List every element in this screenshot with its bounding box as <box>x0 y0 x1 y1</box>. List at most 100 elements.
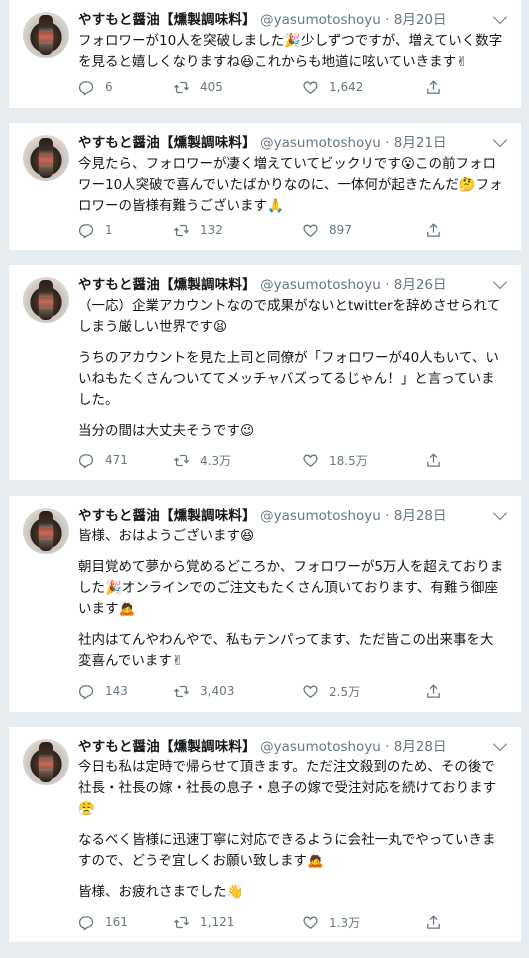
share-icon <box>427 914 440 929</box>
retweet-count: 132 <box>200 223 223 237</box>
display-name[interactable]: やすもと醤油【燻製調味料】 <box>78 12 256 28</box>
share-icon <box>427 452 440 467</box>
retweet-count: 1,121 <box>200 915 235 929</box>
share-button[interactable] <box>425 912 442 932</box>
retweet-icon <box>173 224 190 236</box>
reply-icon <box>78 684 94 700</box>
separator: · <box>380 739 394 755</box>
reply-count: 1 <box>105 223 113 237</box>
like-button[interactable]: 1,642 <box>302 77 363 97</box>
retweet-button[interactable]: 4.3万 <box>173 450 231 470</box>
reply-button[interactable]: 471 <box>78 450 128 470</box>
like-count: 1.3万 <box>329 915 361 930</box>
tweet[interactable]: やすもと醤油【燻製調味料】 @yasumotoshoyu · 8月26日 （一応… <box>9 265 521 480</box>
retweet-button[interactable]: 1,121 <box>173 912 234 932</box>
like-button[interactable]: 2.5万 <box>302 681 360 701</box>
handle[interactable]: @yasumotoshoyu <box>260 508 381 524</box>
chevron-down-icon[interactable] <box>492 274 508 290</box>
reply-button[interactable]: 1 <box>78 220 113 240</box>
tweet-paragraph: うちのアカウントを見た上司と同僚が「フォロワーが40人もいて、いいねもたくさんつ… <box>78 350 499 408</box>
separator: · <box>380 135 394 151</box>
retweet-button[interactable]: 132 <box>173 220 223 240</box>
tweet-header: やすもと醤油【燻製調味料】 @yasumotoshoyu · 8月28日 <box>78 735 481 757</box>
chevron-down-icon[interactable] <box>492 505 508 521</box>
retweet-count: 405 <box>200 80 223 94</box>
chevron-down-icon[interactable] <box>492 132 508 148</box>
tweet-paragraph: 今日も私は定時で帰らせて頂きます。ただ注文殺到のため、その後で社長・社長の嫁・社… <box>78 759 497 817</box>
reply-icon <box>78 453 94 469</box>
like-icon <box>303 454 318 467</box>
chevron-down-icon[interactable] <box>492 736 508 752</box>
display-name[interactable]: やすもと醤油【燻製調味料】 <box>78 508 256 524</box>
tweet-date[interactable]: 8月28日 <box>394 508 447 524</box>
share-icon <box>427 79 440 94</box>
reply-icon <box>78 915 94 931</box>
tweet-header: やすもと醤油【燻製調味料】 @yasumotoshoyu · 8月20日 <box>78 8 481 30</box>
tweet[interactable]: やすもと醤油【燻製調味料】 @yasumotoshoyu · 8月20日 フォロ… <box>9 0 521 108</box>
handle[interactable]: @yasumotoshoyu <box>260 277 381 293</box>
avatar[interactable] <box>23 508 69 554</box>
reply-button[interactable]: 6 <box>78 77 113 97</box>
tweet-date[interactable]: 8月28日 <box>394 739 447 755</box>
tweet-text: 皆様、おはようございます😆 朝目覚めて夢から覚めるどころか、フォロワーが5万人を… <box>78 526 507 672</box>
tweet-header: やすもと醤油【燻製調味料】 @yasumotoshoyu · 8月21日 <box>78 131 481 153</box>
timeline: やすもと醤油【燻製調味料】 @yasumotoshoyu · 8月20日 フォロ… <box>0 0 529 958</box>
reply-count: 161 <box>105 915 128 929</box>
tweet-paragraph: （一応）企業アカウントなので成果がないとtwitterを辞めさせられてしまう厳し… <box>78 298 501 335</box>
display-name[interactable]: やすもと醤油【燻製調味料】 <box>78 135 256 151</box>
avatar[interactable] <box>23 739 69 785</box>
tweet-paragraph: フォロワーが10人を突破しました🎉少しずつですが、増えていく数字を見ると嬉しくな… <box>78 33 503 70</box>
tweet-date[interactable]: 8月21日 <box>394 135 447 151</box>
like-count: 2.5万 <box>329 684 361 699</box>
handle[interactable]: @yasumotoshoyu <box>260 135 381 151</box>
retweet-icon <box>173 81 190 93</box>
retweet-button[interactable]: 405 <box>173 77 223 97</box>
like-count: 897 <box>329 223 352 237</box>
tweet-paragraph: 当分の間は大丈夫そうです😉 <box>78 423 255 439</box>
like-icon <box>303 81 318 94</box>
share-button[interactable] <box>425 681 442 701</box>
display-name[interactable]: やすもと醤油【燻製調味料】 <box>78 277 256 293</box>
share-button[interactable] <box>425 220 442 240</box>
tweet-header: やすもと醤油【燻製調味料】 @yasumotoshoyu · 8月28日 <box>78 504 481 526</box>
avatar[interactable] <box>23 12 69 58</box>
separator: · <box>380 12 394 28</box>
tweet-text: 今見たら、フォロワーが凄く増えていてビックリです😮この前フォロワー10人突破で喜… <box>78 154 507 217</box>
like-button[interactable]: 897 <box>302 220 352 240</box>
share-button[interactable] <box>425 450 442 470</box>
tweet[interactable]: やすもと醤油【燻製調味料】 @yasumotoshoyu · 8月28日 皆様、… <box>9 496 521 712</box>
tweet-actions: 6 405 1,642 <box>78 77 511 97</box>
reply-button[interactable]: 161 <box>78 912 128 932</box>
retweet-icon <box>173 685 190 697</box>
handle[interactable]: @yasumotoshoyu <box>260 12 381 28</box>
share-button[interactable] <box>425 77 442 97</box>
like-button[interactable]: 1.3万 <box>302 912 360 932</box>
handle[interactable]: @yasumotoshoyu <box>260 739 381 755</box>
reply-icon <box>78 223 94 239</box>
tweet-date[interactable]: 8月26日 <box>394 277 447 293</box>
tweet-header: やすもと醤油【燻製調味料】 @yasumotoshoyu · 8月26日 <box>78 273 481 295</box>
tweet-paragraph: 社内はてんやわんやで、私もテンパってます、ただ皆この出来事を大変喜んでいます✌ <box>78 632 494 669</box>
share-icon <box>427 222 440 237</box>
avatar[interactable] <box>23 135 69 181</box>
tweet-paragraph: 皆様、おはようございます😆 <box>78 528 255 544</box>
like-button[interactable]: 18.5万 <box>302 450 368 470</box>
separator: · <box>380 508 394 524</box>
display-name[interactable]: やすもと醤油【燻製調味料】 <box>78 739 256 755</box>
retweet-button[interactable]: 3,403 <box>173 681 234 701</box>
tweet-text: 今日も私は定時で帰らせて頂きます。ただ注文殺到のため、その後で社長・社長の嫁・社… <box>78 757 507 903</box>
retweet-count: 3,403 <box>200 684 235 698</box>
chevron-down-icon[interactable] <box>492 9 508 25</box>
separator: · <box>380 277 394 293</box>
avatar[interactable] <box>23 277 69 323</box>
reply-button[interactable]: 143 <box>78 681 128 701</box>
tweet-date[interactable]: 8月20日 <box>394 12 447 28</box>
tweet-paragraph: 皆様、お疲れさまでした👋 <box>78 884 244 900</box>
tweet[interactable]: やすもと醤油【燻製調味料】 @yasumotoshoyu · 8月21日 今見た… <box>9 123 521 250</box>
tweet-paragraph: 今見たら、フォロワーが凄く増えていてビックリです😮この前フォロワー10人突破で喜… <box>78 156 503 214</box>
like-count: 18.5万 <box>329 453 368 468</box>
share-icon <box>427 683 440 698</box>
tweet[interactable]: やすもと醤油【燻製調味料】 @yasumotoshoyu · 8月28日 今日も… <box>9 727 521 942</box>
reply-icon <box>78 80 94 96</box>
like-icon <box>303 224 318 237</box>
